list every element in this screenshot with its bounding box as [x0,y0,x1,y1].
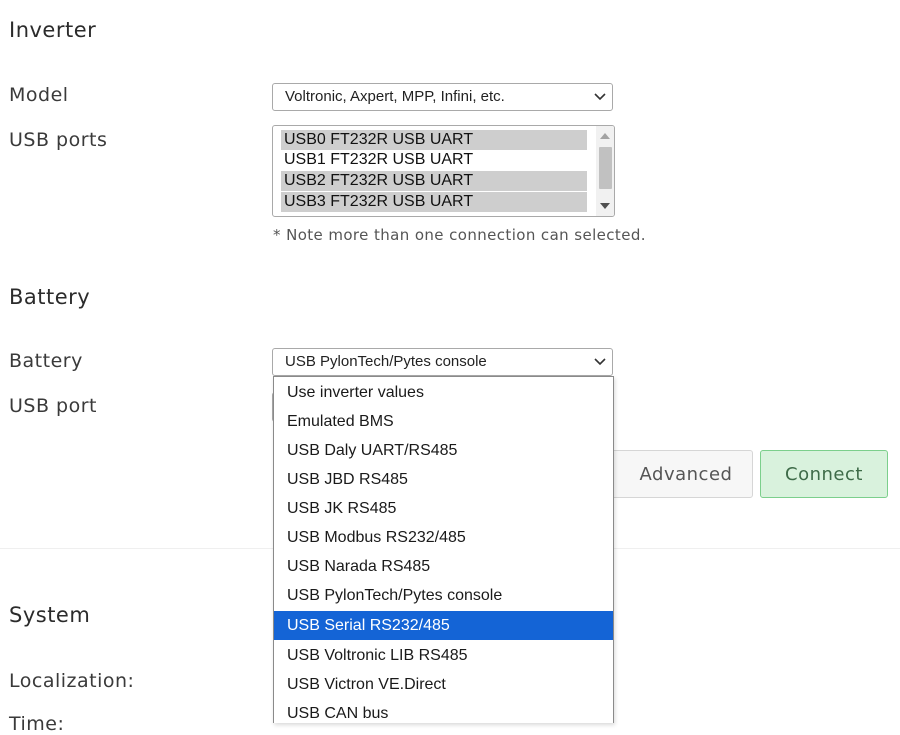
battery-option[interactable]: USB JBD RS485 [274,465,613,494]
usb-port-option[interactable]: USB3 FT232R USB UART [281,192,587,212]
inverter-section-title: Inverter [9,18,97,42]
model-label: Model [9,84,69,106]
usb-port-option[interactable]: USB1 FT232R USB UART [281,150,587,170]
battery-option[interactable]: USB PylonTech/Pytes console [274,581,613,610]
usb-port-option[interactable]: USB0 FT232R USB UART [281,130,587,150]
scrollbar-thumb[interactable] [599,147,612,189]
chevron-down-icon [594,358,606,366]
multi-select-note: * Note more than one connection can sele… [273,226,646,244]
battery-option[interactable]: USB Modbus RS232/485 [274,523,613,552]
battery-option[interactable]: Use inverter values [274,378,613,407]
battery-label: Battery [9,350,83,372]
localization-label: Localization: [9,670,135,692]
battery-option[interactable]: Emulated BMS [274,407,613,436]
battery-option-highlighted[interactable]: USB Serial RS232/485 [274,611,613,640]
scroll-down-arrow-icon[interactable] [600,203,610,209]
model-select-value: Voltronic, Axpert, MPP, Infini, etc. [285,88,505,105]
system-section-title: System [9,603,91,627]
battery-option[interactable]: USB Daly UART/RS485 [274,436,613,465]
battery-option[interactable]: USB Voltronic LIB RS485 [274,641,613,670]
usb-port-option[interactable]: USB2 FT232R USB UART [281,171,587,191]
usb-port-label: USB port [9,395,97,417]
battery-section-title: Battery [9,285,91,309]
battery-select[interactable]: USB PylonTech/Pytes console [272,348,613,376]
connect-button[interactable]: Connect [760,450,888,498]
usb-ports-listbox[interactable]: USB0 FT232R USB UART USB1 FT232R USB UAR… [272,125,615,217]
model-select[interactable]: Voltronic, Axpert, MPP, Infini, etc. [272,83,613,111]
battery-select-value: USB PylonTech/Pytes console [285,353,487,370]
battery-option[interactable]: USB JK RS485 [274,494,613,523]
usb-ports-label: USB ports [9,129,108,151]
battery-option[interactable]: USB Narada RS485 [274,552,613,581]
battery-option[interactable]: USB CAN bus [274,699,613,728]
battery-dropdown-list[interactable]: Use inverter values Emulated BMS USB Dal… [273,376,614,723]
scroll-up-arrow-icon[interactable] [600,133,610,139]
listbox-scrollbar[interactable] [596,126,614,216]
battery-option[interactable]: USB Victron VE.Direct [274,670,613,699]
advanced-button[interactable]: Advanced [605,450,753,498]
time-label: Time: [9,713,65,735]
chevron-down-icon [594,93,606,101]
